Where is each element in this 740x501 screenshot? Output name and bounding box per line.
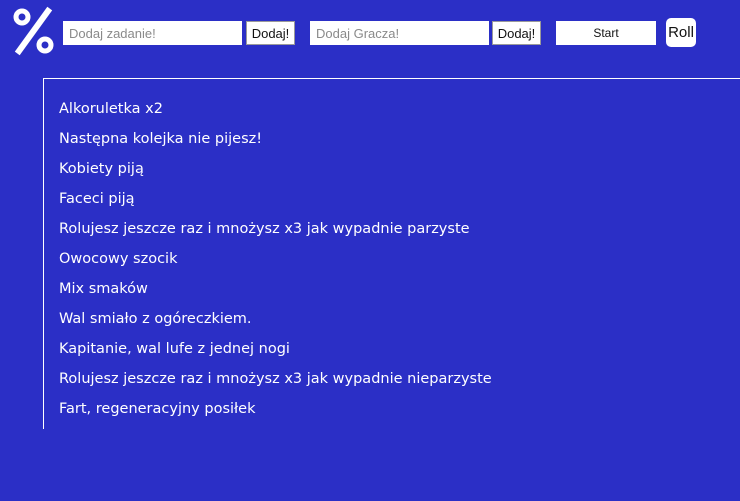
task-item: Kapitanie, wal lufe z jednej nogi bbox=[59, 341, 290, 357]
roll-button[interactable]: Roll bbox=[666, 18, 696, 47]
task-item: Faceci piją bbox=[59, 191, 135, 207]
task-input[interactable] bbox=[63, 21, 242, 45]
add-player-button[interactable]: Dodaj! bbox=[492, 21, 541, 45]
task-item: Rolujesz jeszcze raz i mnożysz x3 jak wy… bbox=[59, 371, 492, 387]
task-list: Alkoruletka x2 Następna kolejka nie pije… bbox=[44, 79, 740, 424]
add-task-button[interactable]: Dodaj! bbox=[246, 21, 295, 45]
player-input[interactable] bbox=[310, 21, 489, 45]
task-item: Kobiety piją bbox=[59, 161, 144, 177]
percent-icon bbox=[13, 6, 54, 56]
task-item: Rolujesz jeszcze raz i mnożysz x3 jak wy… bbox=[59, 221, 470, 237]
task-item: Wal smiało z ogóreczkiem. bbox=[59, 311, 252, 327]
task-item: Alkoruletka x2 bbox=[59, 101, 163, 117]
start-button[interactable]: Start bbox=[556, 21, 656, 45]
task-list-panel: Alkoruletka x2 Następna kolejka nie pije… bbox=[43, 78, 740, 429]
task-item: Następna kolejka nie pijesz! bbox=[59, 131, 263, 147]
task-item: Fart, regeneracyjny posiłek bbox=[59, 401, 256, 417]
task-item: Owocowy szocik bbox=[59, 251, 178, 267]
task-item: Mix smaków bbox=[59, 281, 148, 297]
